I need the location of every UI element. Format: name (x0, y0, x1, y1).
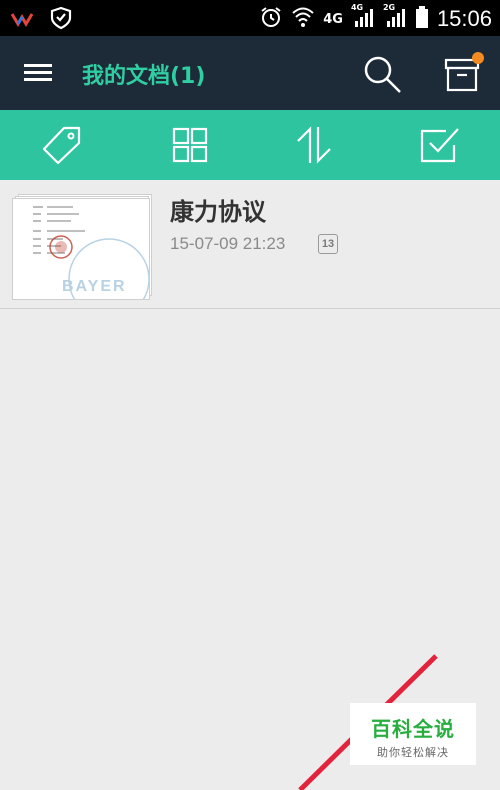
watermark-title: 百科全说 (371, 717, 455, 741)
wifi-icon (291, 4, 315, 34)
checkbox-icon (420, 128, 459, 163)
menu-button[interactable] (22, 58, 56, 88)
watermark-badge: 百科全说 助你轻松解决 (350, 703, 476, 765)
signal-2g-icon: 2G (382, 3, 407, 33)
battery-icon (415, 5, 429, 33)
document-thumbnail: BAYER (12, 194, 152, 320)
signal-icon: 4G (350, 3, 375, 33)
search-icon (364, 56, 401, 93)
search-button[interactable] (360, 54, 404, 94)
document-title: 康力协议 (170, 198, 266, 226)
network-4g-small-label: 4G (350, 3, 364, 12)
thumbnail-logo-text: BAYER (62, 278, 127, 295)
app-bar: 我的文档(1) (0, 36, 500, 110)
grid-icon (172, 127, 208, 163)
document-date: 15-07-09 21:23 (170, 234, 286, 253)
network-4g-label: 4G (323, 11, 343, 27)
app-logo-icon (10, 8, 34, 32)
status-time: 15:06 (436, 6, 492, 31)
status-bar: 4G 4G 2G 15:06 (0, 0, 500, 36)
notification-dot (472, 52, 484, 64)
tag-button[interactable] (40, 125, 84, 165)
menu-icon (24, 64, 52, 81)
action-toolbar (0, 110, 500, 180)
grid-view-button[interactable] (168, 125, 212, 165)
sort-button[interactable] (292, 125, 336, 165)
watermark-subtitle: 助你轻松解决 (377, 746, 449, 759)
list-item[interactable]: BAYER 康力协议 15-07-09 21:23 13 (0, 180, 500, 320)
select-button[interactable] (418, 125, 462, 165)
page-count-badge: 13 (318, 234, 338, 254)
tag-icon (42, 126, 81, 165)
sort-icon (297, 126, 331, 164)
alarm-icon (259, 5, 283, 33)
network-2g-small-label: 2G (382, 3, 396, 12)
shield-icon (50, 6, 72, 34)
page-title: 我的文档(1) (82, 64, 206, 89)
